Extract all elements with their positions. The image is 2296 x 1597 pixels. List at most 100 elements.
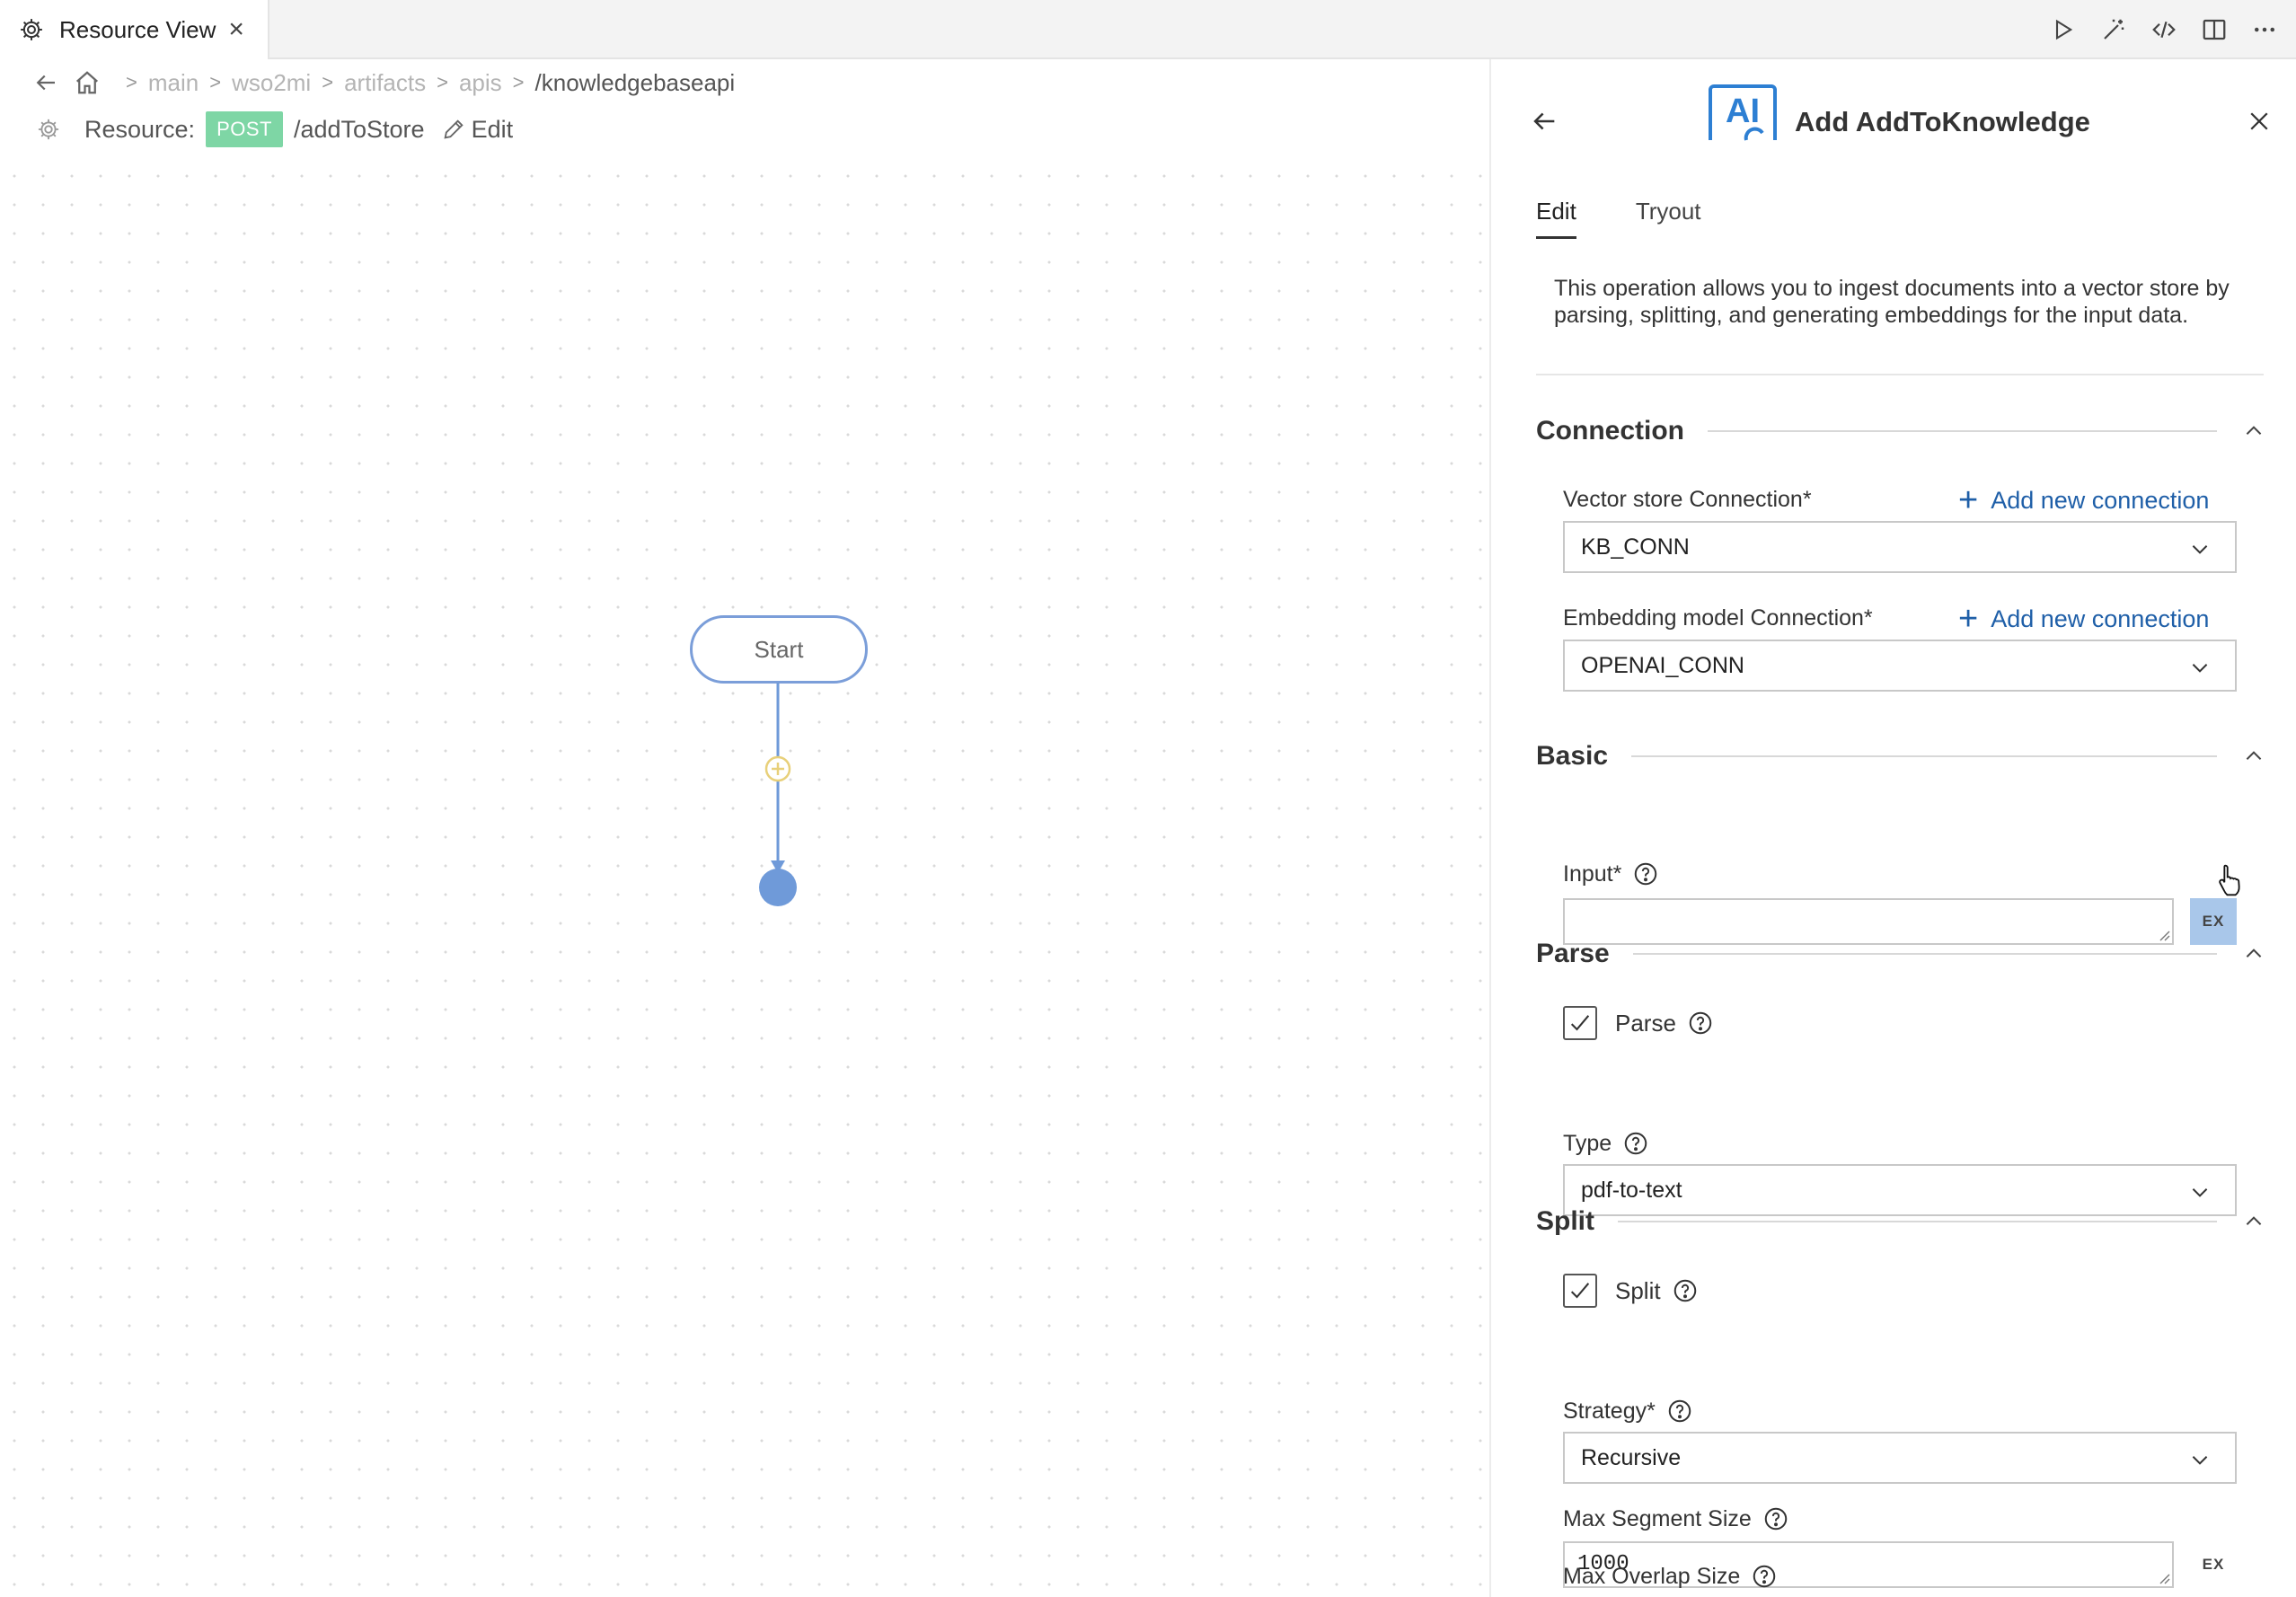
max-overlap-label: Max Overlap Size <box>1563 1563 1778 1590</box>
start-node[interactable]: Start <box>690 615 868 684</box>
operation-description: This operation allows you to ingest docu… <box>1554 276 2230 328</box>
max-overlap-label-text: Max Overlap Size <box>1563 1563 1741 1589</box>
diagram-canvas[interactable]: Start <box>0 162 1489 1597</box>
select-value: Recursive <box>1581 1444 1682 1470</box>
expression-toggle-button[interactable]: EX <box>2190 1541 2237 1588</box>
parse-checkbox-label: Parse <box>1615 1009 1676 1037</box>
back-arrow-icon[interactable] <box>32 69 59 96</box>
input-label: Input* <box>1563 860 1659 887</box>
parse-checkbox[interactable] <box>1563 1006 1597 1040</box>
resource-label: Resource: <box>84 115 196 143</box>
chevron-right-icon: > <box>437 71 448 93</box>
close-icon[interactable] <box>2246 108 2273 135</box>
section-title: Connection <box>1536 416 1684 446</box>
tab-edit[interactable]: Edit <box>1536 198 1576 239</box>
editor-tab-bar: Resource View × <box>0 0 2296 59</box>
chevron-up-icon[interactable] <box>2242 745 2265 768</box>
vector-store-select[interactable]: KB_CONN <box>1563 521 2237 573</box>
back-arrow-icon[interactable] <box>1529 106 1559 137</box>
chevron-right-icon: > <box>322 71 334 93</box>
split-editor-icon[interactable] <box>2201 16 2228 43</box>
code-icon[interactable] <box>2150 16 2177 43</box>
strategy-label-text: Strategy* <box>1563 1398 1656 1424</box>
chevron-right-icon: > <box>126 71 137 93</box>
close-icon[interactable]: × <box>228 16 244 43</box>
panel-tabs: Edit Tryout <box>1536 198 1701 239</box>
start-node-label: Start <box>754 635 804 663</box>
section-title: Parse <box>1536 939 1610 968</box>
tab-label: Resource View <box>59 15 216 43</box>
ai-connector-logo: AI <box>1707 84 1779 142</box>
breadcrumb: > main > wso2mi > artifacts > apis > /kn… <box>32 65 735 101</box>
pencil-icon <box>444 119 464 139</box>
resize-grip-icon[interactable] <box>2156 1570 2170 1584</box>
edit-label: Edit <box>471 115 514 143</box>
edit-resource-button[interactable]: Edit <box>441 115 514 144</box>
section-split[interactable]: Split <box>1536 1204 2265 1240</box>
select-value: OPENAI_CONN <box>1581 652 1744 678</box>
help-icon[interactable] <box>1666 1398 1693 1425</box>
resource-header: Resource: POST /addToStore Edit <box>36 110 513 149</box>
help-icon[interactable] <box>1622 1130 1649 1157</box>
tab-resource-view[interactable]: Resource View × <box>0 0 269 59</box>
add-connection-label: Add new connection <box>1991 486 2210 514</box>
section-connection[interactable]: Connection <box>1536 413 2265 449</box>
method-badge: POST <box>206 111 283 147</box>
breadcrumb-item[interactable]: artifacts <box>344 69 426 97</box>
section-basic[interactable]: Basic <box>1536 738 2265 774</box>
breadcrumb-item[interactable]: apis <box>459 69 502 97</box>
ai-logo-text: AI <box>1726 93 1760 130</box>
split-checkbox[interactable] <box>1563 1274 1597 1308</box>
parse-checkbox-row[interactable]: Parse <box>1563 1006 1714 1040</box>
chevron-down-icon <box>2192 1188 2208 1197</box>
section-parse[interactable]: Parse <box>1536 936 2265 972</box>
divider <box>1632 953 2217 955</box>
help-icon[interactable] <box>1751 1563 1778 1590</box>
chevron-up-icon[interactable] <box>2242 419 2265 443</box>
breadcrumb-item[interactable]: wso2mi <box>232 69 311 97</box>
run-icon[interactable] <box>2050 16 2077 43</box>
home-icon[interactable] <box>74 69 101 96</box>
section-title: Basic <box>1536 741 1609 771</box>
add-embedding-connection-button[interactable]: + Add new connection <box>1958 602 2209 636</box>
divider <box>1708 430 2217 432</box>
checkmark-icon <box>1570 1283 1590 1299</box>
help-icon[interactable] <box>1762 1505 1789 1532</box>
help-icon[interactable] <box>1632 860 1659 887</box>
chevron-down-icon <box>2192 1456 2208 1465</box>
chevron-right-icon: > <box>512 71 525 93</box>
tab-tryout[interactable]: Tryout <box>1636 198 1701 239</box>
chevron-down-icon <box>2192 545 2208 554</box>
split-checkbox-row[interactable]: Split <box>1563 1274 1699 1308</box>
chevron-right-icon: > <box>209 71 222 93</box>
chevron-up-icon[interactable] <box>2242 1210 2265 1233</box>
strategy-label: Strategy* <box>1563 1398 1693 1425</box>
breadcrumb-item[interactable]: main <box>148 69 199 97</box>
select-value: pdf-to-text <box>1581 1177 1682 1203</box>
split-strategy-select[interactable]: Recursive <box>1563 1432 2237 1484</box>
max-segment-label: Max Segment Size <box>1563 1505 1789 1532</box>
input-label-text: Input* <box>1563 860 1622 887</box>
more-actions-icon[interactable] <box>2251 16 2278 43</box>
embedding-model-select[interactable]: OPENAI_CONN <box>1563 640 2237 692</box>
embedding-model-label: Embedding model Connection* <box>1563 605 1873 631</box>
split-checkbox-label: Split <box>1615 1276 1661 1304</box>
ai-logo-icon: AI <box>1709 84 1777 141</box>
chevron-up-icon[interactable] <box>2242 942 2265 966</box>
plus-icon: + <box>1958 481 1979 519</box>
panel-header: AI Add AddToKnowledge <box>1491 59 2296 190</box>
type-label-text: Type <box>1563 1130 1612 1156</box>
gear-icon <box>21 19 42 40</box>
add-vector-connection-button[interactable]: + Add new connection <box>1958 483 2209 517</box>
vector-store-label: Vector store Connection* <box>1563 487 1812 512</box>
magic-wand-icon[interactable] <box>2100 16 2127 43</box>
resource-path: /addToStore <box>293 115 425 143</box>
editor-toolbar <box>2050 0 2278 59</box>
panel-title: Add AddToKnowledge <box>1795 106 2090 137</box>
side-panel: AI Add AddToKnowledge Edit Tryout This o… <box>1489 59 2296 1597</box>
end-node[interactable] <box>759 869 797 906</box>
help-icon[interactable] <box>1672 1277 1699 1304</box>
plus-icon: + <box>1958 600 1979 638</box>
help-icon[interactable] <box>1687 1010 1714 1037</box>
add-node-icon[interactable] <box>764 755 791 782</box>
